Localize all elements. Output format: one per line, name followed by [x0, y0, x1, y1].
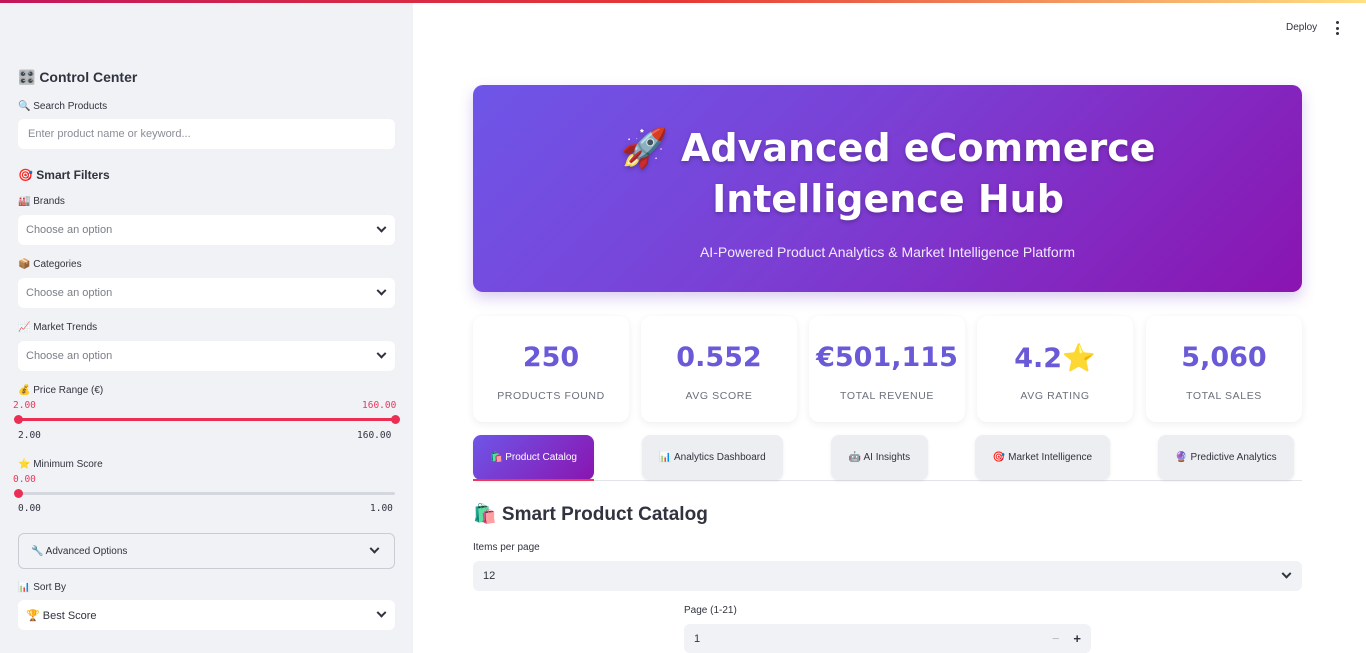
chevron-down-icon — [369, 543, 380, 554]
min-score-slider[interactable] — [18, 492, 395, 495]
smart-filters-heading: 🎯 Smart Filters — [18, 168, 110, 182]
sidebar-title: 🎛️ Control Center — [18, 69, 138, 85]
decrement-button[interactable]: − — [1052, 631, 1060, 646]
chevron-down-icon — [1281, 568, 1292, 579]
metric-card: 0.552 Avg Score — [641, 316, 797, 422]
search-label: 🔍 Search Products — [18, 101, 108, 112]
metric-value: 5,060 — [1181, 342, 1267, 373]
metric-card: 4.2⭐ Avg Rating — [977, 316, 1133, 422]
metric-label: Products Found — [497, 390, 605, 402]
hero-banner: 🚀 Advanced eCommerce Intelligence Hub AI… — [473, 85, 1302, 292]
advanced-options-label: 🔧 Advanced Options — [31, 545, 128, 557]
sort-by-select[interactable]: 🏆 Best Score — [18, 600, 395, 630]
metric-label: Avg Rating — [1020, 390, 1090, 402]
categories-select[interactable]: Choose an option — [18, 278, 395, 308]
page-number-input[interactable]: 1 − + — [684, 624, 1091, 653]
metric-value: 250 — [522, 342, 580, 373]
metric-card: €501,115 Total Revenue — [809, 316, 965, 422]
active-tab-underline — [473, 479, 594, 481]
market-trends-label: 📈 Market Trends — [18, 322, 98, 333]
brands-select[interactable]: Choose an option — [18, 215, 395, 245]
price-max-tick: 160.00 — [357, 430, 392, 441]
increment-button[interactable]: + — [1073, 631, 1081, 646]
sort-by-value: 🏆 Best Score — [26, 609, 97, 622]
categories-label: 📦 Categories — [18, 259, 82, 270]
min-score-value: 0.00 — [13, 474, 36, 485]
page-number-value: 1 — [694, 632, 701, 645]
score-max-tick: 1.00 — [370, 503, 393, 514]
page-subtitle: AI-Powered Product Analytics & Market In… — [699, 244, 1076, 260]
tab-divider — [473, 480, 1302, 481]
search-input[interactable] — [18, 119, 395, 149]
price-range-slider[interactable] — [18, 418, 395, 421]
metric-card: 5,060 Total Sales — [1146, 316, 1302, 422]
market-trends-select[interactable]: Choose an option — [18, 341, 395, 371]
market-trends-select-value: Choose an option — [26, 350, 113, 362]
page-title: 🚀 Advanced eCommerce Intelligence Hub — [620, 126, 1156, 221]
price-low-handle[interactable] — [14, 415, 23, 424]
price-min-tick: 2.00 — [18, 430, 41, 441]
categories-select-value: Choose an option — [26, 287, 113, 299]
tab-predictive-analytics[interactable]: 🔮 Predictive Analytics — [1158, 435, 1294, 480]
metric-label: Avg Score — [685, 390, 753, 402]
metric-value: 4.2⭐ — [1014, 343, 1096, 374]
section-title: 🛍️ Smart Product Catalog — [473, 504, 708, 525]
chevron-down-icon — [376, 285, 387, 296]
tab-product-catalog[interactable]: 🛍️ Product Catalog — [473, 435, 594, 480]
tab-ai-insights[interactable]: 🤖 AI Insights — [831, 435, 928, 480]
chevron-down-icon — [376, 348, 387, 359]
brands-select-value: Choose an option — [26, 224, 113, 236]
deploy-button[interactable]: Deploy — [1286, 22, 1317, 33]
min-score-handle[interactable] — [14, 489, 23, 498]
min-score-label: ⭐ Minimum Score — [18, 459, 103, 470]
items-per-page-value: 12 — [483, 570, 496, 582]
score-min-tick: 0.00 — [18, 503, 41, 514]
sort-by-label: 📊 Sort By — [18, 582, 67, 593]
chevron-down-icon — [376, 607, 387, 618]
metric-card: 250 Products Found — [473, 316, 629, 422]
price-high-handle[interactable] — [391, 415, 400, 424]
metric-value: 0.552 — [676, 342, 762, 373]
chevron-down-icon — [376, 222, 387, 233]
brands-label: 🏭 Brands — [18, 196, 65, 207]
metric-label: Total Revenue — [840, 390, 934, 402]
tab-market-intelligence[interactable]: 🎯 Market Intelligence — [975, 435, 1110, 480]
price-low-value: 2.00 — [13, 400, 36, 411]
items-per-page-label: Items per page — [473, 542, 540, 553]
metric-label: Total Sales — [1186, 390, 1262, 402]
price-range-label: 💰 Price Range (€) — [18, 385, 104, 396]
items-per-page-select[interactable]: 12 — [473, 561, 1302, 591]
main-menu-icon[interactable] — [1332, 21, 1342, 35]
price-high-value: 160.00 — [362, 400, 397, 411]
sidebar: 🎛️ Control Center 🔍 Search Products 🎯 Sm… — [0, 3, 413, 653]
tab-analytics-dashboard[interactable]: 📊 Analytics Dashboard — [642, 435, 783, 480]
metric-value: €501,115 — [816, 342, 958, 373]
advanced-options-expander[interactable]: 🔧 Advanced Options — [18, 533, 395, 569]
page-number-label: Page (1-21) — [684, 605, 737, 616]
